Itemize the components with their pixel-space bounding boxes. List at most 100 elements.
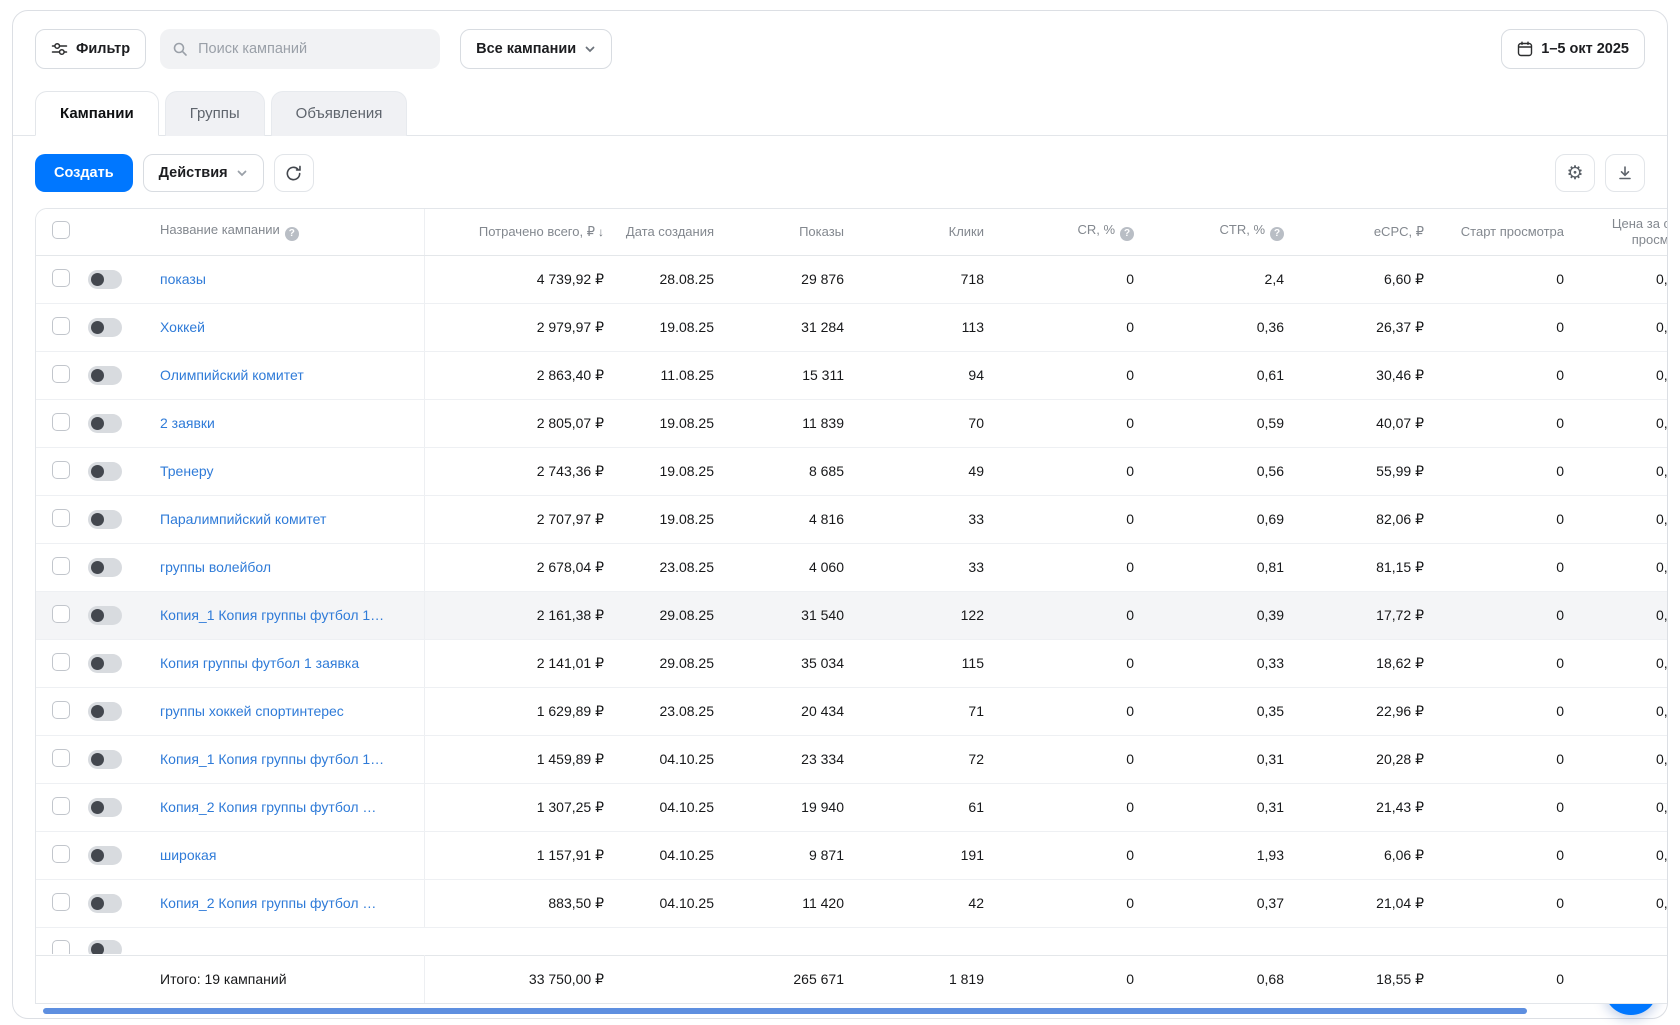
campaign-name-link[interactable]: Паралимпийский комитет	[160, 511, 326, 527]
row-toggle[interactable]	[88, 270, 122, 289]
campaign-name-link[interactable]: Копия группы футбол 1 заявка	[160, 655, 359, 671]
campaign-name-link[interactable]: группы хоккей спортинтерес	[160, 703, 344, 719]
cell-view-start: 0	[1444, 351, 1584, 399]
table-row: Тренеру 2 743,36 ₽ 19.08.25 8 685 49 0 0…	[36, 447, 1668, 495]
cell-campaign-name: Копия_2 Копия группы футбол …	[144, 879, 424, 927]
tab-campaigns[interactable]: Кампании	[35, 91, 159, 136]
campaign-name-link[interactable]: показы	[160, 271, 206, 287]
cell-cr: 0	[1004, 543, 1154, 591]
cell-campaign-name: показы	[144, 255, 424, 303]
header-view-start[interactable]: Старт просмотра	[1444, 209, 1584, 255]
row-checkbox[interactable]	[52, 317, 70, 335]
row-checkbox[interactable]	[52, 797, 70, 815]
cell-clicks: 61	[864, 783, 1004, 831]
totals-row: Итого: 19 кампаний 33 750,00 ₽ 265 671 1…	[36, 955, 1668, 1003]
row-checkbox[interactable]	[52, 605, 70, 623]
header-ctr[interactable]: CTR, %	[1154, 209, 1304, 255]
campaign-name-link[interactable]: Тренеру	[160, 463, 213, 479]
select-all-checkbox[interactable]	[52, 221, 70, 239]
help-icon[interactable]	[1270, 227, 1284, 241]
chevron-down-icon	[584, 43, 596, 55]
header-clicks[interactable]: Клики	[864, 209, 1004, 255]
cell-campaign-name: Хоккей	[144, 303, 424, 351]
cell-toggle	[80, 639, 144, 687]
search-field[interactable]	[160, 29, 440, 69]
toggle-knob	[91, 273, 104, 286]
cell-toggle	[80, 351, 144, 399]
settings-button[interactable]: ⚙︎	[1555, 154, 1595, 192]
cell-clicks: 33	[864, 495, 1004, 543]
cell-toggle	[80, 399, 144, 447]
campaign-name-link[interactable]: Копия_2 Копия группы футбол …	[160, 895, 376, 911]
cell-spent: 2 678,04 ₽	[424, 543, 624, 591]
campaign-name-link[interactable]: Хоккей	[160, 319, 205, 335]
refresh-button[interactable]	[274, 154, 314, 192]
row-toggle[interactable]	[88, 414, 122, 433]
toggle-knob	[91, 705, 104, 718]
row-checkbox[interactable]	[52, 509, 70, 527]
row-checkbox[interactable]	[52, 461, 70, 479]
row-checkbox[interactable]	[52, 701, 70, 719]
campaign-name-link[interactable]: 2 заявки	[160, 415, 215, 431]
row-checkbox[interactable]	[52, 893, 70, 911]
header-impressions[interactable]: Показы	[734, 209, 864, 255]
tab-ads[interactable]: Объявления	[271, 91, 408, 136]
row-toggle[interactable]	[88, 558, 122, 577]
row-checkbox[interactable]	[52, 940, 70, 954]
row-toggle[interactable]	[88, 366, 122, 385]
cell-campaign-name: 2 заявки	[144, 399, 424, 447]
cell-clicks: 94	[864, 351, 1004, 399]
row-toggle[interactable]	[88, 606, 122, 625]
cell-impressions: 11 839	[734, 399, 864, 447]
row-checkbox[interactable]	[52, 269, 70, 287]
help-icon[interactable]	[285, 227, 299, 241]
cell-ecpc: 82,06 ₽	[1304, 495, 1444, 543]
row-checkbox[interactable]	[52, 653, 70, 671]
campaign-scope-dropdown[interactable]: Все кампании	[460, 29, 612, 69]
header-ecpc[interactable]: eCPC, ₽	[1304, 209, 1444, 255]
campaign-name-link[interactable]: Копия_2 Копия группы футбол …	[160, 799, 376, 815]
campaign-name-link[interactable]: широкая	[160, 847, 216, 863]
search-input[interactable]	[196, 40, 428, 58]
actions-dropdown[interactable]: Действия	[143, 154, 264, 192]
cell-view-price: 0,00 ₽	[1584, 351, 1668, 399]
download-button[interactable]	[1605, 154, 1645, 192]
row-checkbox[interactable]	[52, 413, 70, 431]
row-toggle[interactable]	[88, 798, 122, 817]
totals-ctr: 0,68	[1154, 955, 1304, 1003]
row-checkbox[interactable]	[52, 749, 70, 767]
row-toggle[interactable]	[88, 894, 122, 913]
row-toggle[interactable]	[88, 702, 122, 721]
campaign-name-link[interactable]: Копия_1 Копия группы футбол 1…	[160, 751, 384, 767]
header-created[interactable]: Дата создания	[624, 209, 734, 255]
header-view-price[interactable]: Цена за старт просмотра	[1584, 209, 1668, 255]
row-checkbox[interactable]	[52, 365, 70, 383]
row-toggle[interactable]	[88, 940, 122, 954]
row-toggle[interactable]	[88, 510, 122, 529]
campaign-name-link[interactable]: группы волейбол	[160, 559, 271, 575]
row-toggle[interactable]	[88, 654, 122, 673]
row-toggle[interactable]	[88, 750, 122, 769]
row-toggle[interactable]	[88, 318, 122, 337]
date-range-button[interactable]: 1–5 окт 2025	[1501, 29, 1645, 69]
totals-label: Итого: 19 кампаний	[144, 955, 424, 1003]
cell-campaign-name: группы хоккей спортинтерес	[144, 687, 424, 735]
horizontal-scrollbar[interactable]	[43, 1008, 1527, 1014]
header-campaign-name[interactable]: Название кампании	[144, 209, 424, 255]
row-toggle[interactable]	[88, 462, 122, 481]
row-toggle[interactable]	[88, 846, 122, 865]
header-cr[interactable]: CR, %	[1004, 209, 1154, 255]
row-checkbox[interactable]	[52, 557, 70, 575]
campaign-name-link[interactable]: Олимпийский комитет	[160, 367, 304, 383]
help-icon[interactable]	[1120, 227, 1134, 241]
cell-toggle	[80, 543, 144, 591]
campaign-name-link[interactable]: Копия_1 Копия группы футбол 1…	[160, 607, 384, 623]
cell-cr: 0	[1004, 591, 1154, 639]
row-checkbox[interactable]	[52, 845, 70, 863]
cell-checkbox	[36, 831, 80, 879]
create-button[interactable]: Создать	[35, 154, 133, 192]
cell-cr: 0	[1004, 831, 1154, 879]
tab-groups[interactable]: Группы	[165, 91, 265, 136]
filter-button[interactable]: Фильтр	[35, 29, 146, 69]
header-spent[interactable]: Потрачено всего, ₽↓	[424, 209, 624, 255]
